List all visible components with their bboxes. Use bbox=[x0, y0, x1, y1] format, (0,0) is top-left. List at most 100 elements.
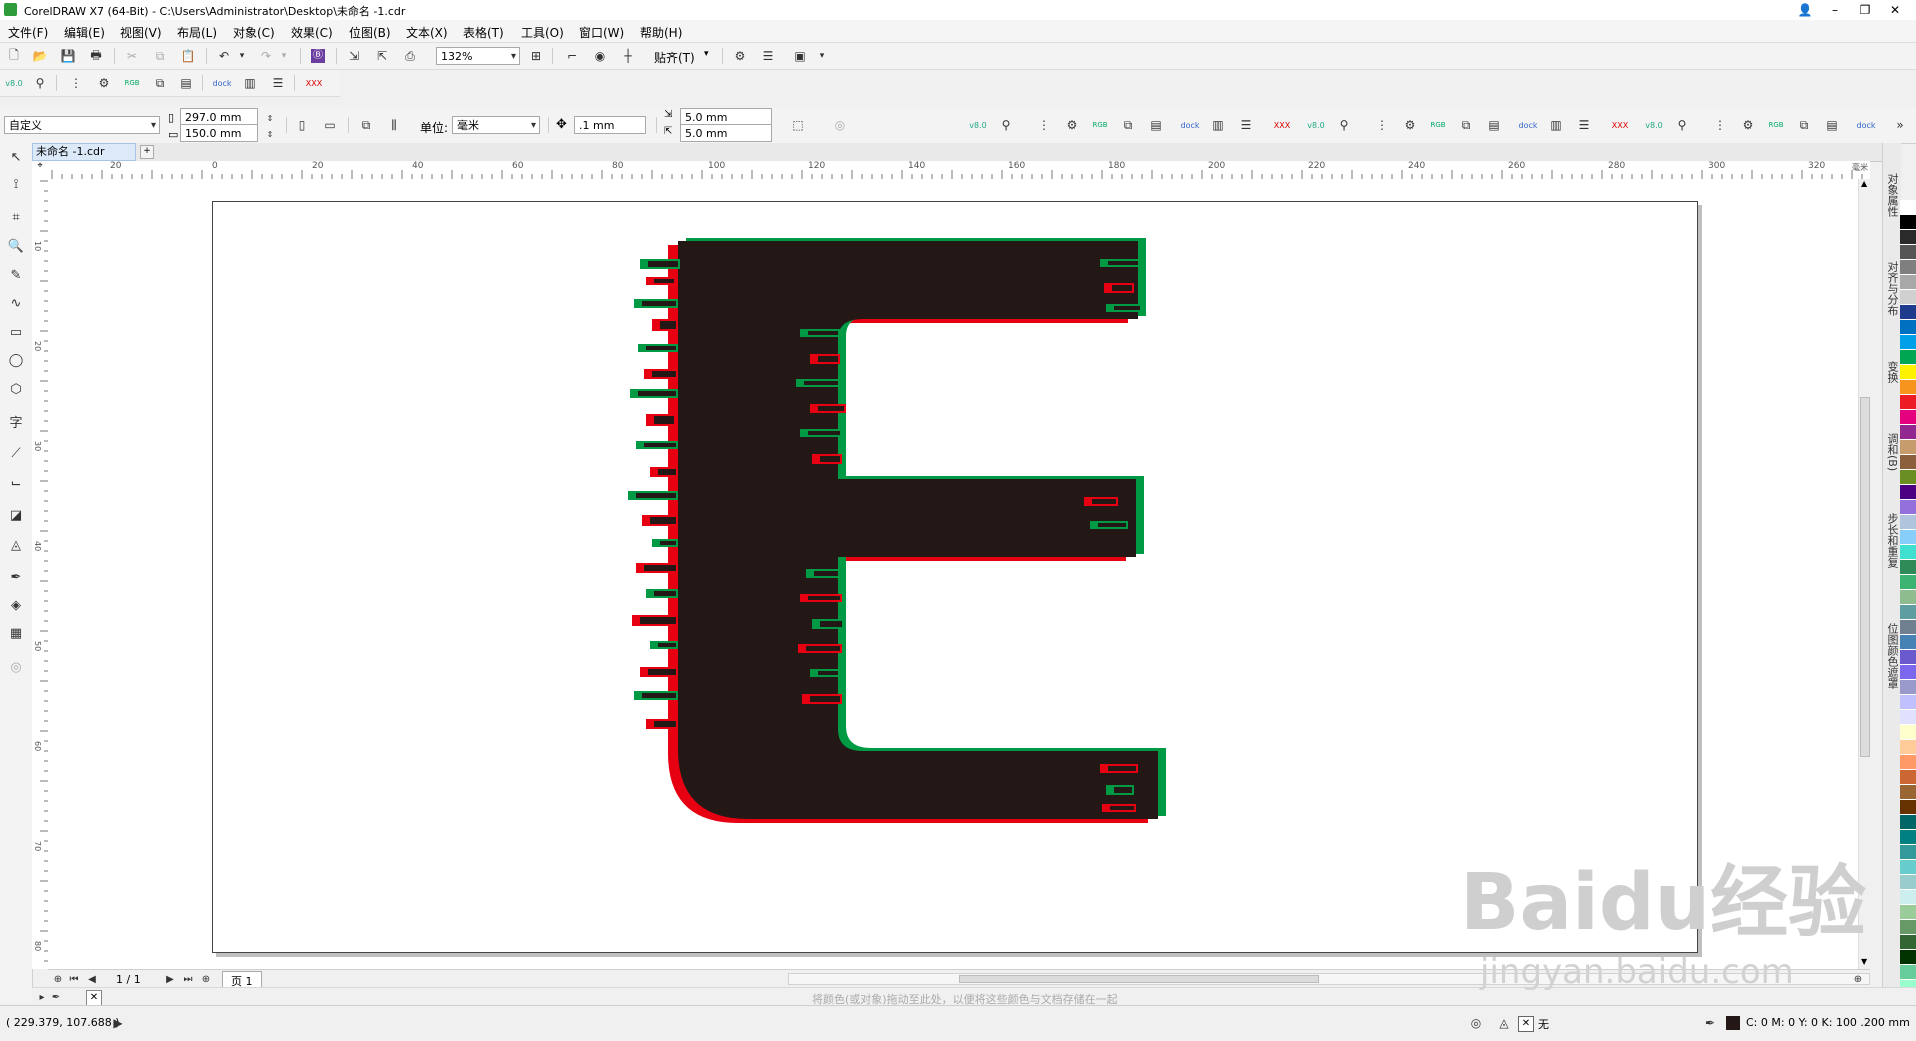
color-swatch[interactable] bbox=[1900, 830, 1916, 845]
group-tool-icon[interactable]: ⚙ bbox=[94, 74, 114, 92]
show-rulers-icon[interactable]: ⌐ bbox=[562, 47, 582, 65]
docker-tab-bitmap-color-mask[interactable]: 位图颜色遮罩 bbox=[1884, 623, 1900, 689]
landscape-icon[interactable]: ▭ bbox=[320, 116, 340, 134]
color-swatch[interactable] bbox=[1900, 425, 1916, 440]
rgb-cmyk-icon[interactable]: RGB bbox=[1090, 116, 1110, 134]
menu-effects[interactable]: 效果(C) bbox=[291, 24, 333, 41]
text-tool-icon[interactable]: 字 bbox=[6, 411, 26, 431]
interactive-fill-tool-icon[interactable]: ◈ bbox=[6, 595, 26, 615]
save-icon[interactable]: 💾 bbox=[58, 47, 78, 65]
rgb-cmyk-icon[interactable]: RGB bbox=[122, 74, 142, 92]
cut-icon[interactable]: ✂ bbox=[122, 47, 142, 65]
node-tool-icon[interactable]: ⚲ bbox=[1334, 116, 1354, 134]
artistic-media-tool-icon[interactable]: ∿ bbox=[6, 293, 26, 313]
application-launcher-icon[interactable]: ☰ bbox=[758, 47, 778, 65]
color-swatch[interactable] bbox=[1900, 320, 1916, 335]
full-screen-preview-icon[interactable]: ⊞ bbox=[526, 47, 546, 65]
fill-none-swatch[interactable]: ✕ bbox=[1518, 1016, 1534, 1032]
delete-x-icon[interactable]: XXX bbox=[1610, 116, 1630, 134]
color-swatch[interactable] bbox=[1900, 875, 1916, 890]
show-guidelines-icon[interactable]: ┼ bbox=[618, 47, 638, 65]
color-swatch[interactable] bbox=[1900, 470, 1916, 485]
transparency-tool-icon[interactable]: ◬ bbox=[6, 535, 26, 555]
color-swatch[interactable] bbox=[1900, 260, 1916, 275]
color-swatch[interactable] bbox=[1900, 395, 1916, 410]
export-icon[interactable]: ⇱ bbox=[372, 47, 392, 65]
zoom-level-combo[interactable]: 132% bbox=[436, 47, 520, 66]
color-proof-icon[interactable]: ◎ bbox=[1466, 1014, 1486, 1032]
menu-file[interactable]: 文件(F) bbox=[8, 24, 48, 41]
pick-tool-icon[interactable]: ↖ bbox=[6, 147, 26, 167]
color-swatch[interactable] bbox=[1900, 455, 1916, 470]
color-swatch[interactable] bbox=[1900, 380, 1916, 395]
color-swatch[interactable] bbox=[1900, 635, 1916, 650]
group-tool-icon[interactable]: ⚙ bbox=[1062, 116, 1082, 134]
color-swatch[interactable] bbox=[1900, 905, 1916, 920]
copy-tool-icon[interactable]: ⧉ bbox=[150, 74, 170, 92]
horizontal-ruler[interactable]: 20 0 20 40 60 80 100 120 140 160 180 200… bbox=[48, 161, 1870, 180]
treat-as-filled-icon[interactable]: ⬚ bbox=[788, 116, 808, 134]
add-page-after-icon[interactable]: ⊕ bbox=[196, 970, 216, 988]
snap-dropdown-icon[interactable]: ▾ bbox=[704, 49, 709, 59]
zoom-tool-icon[interactable]: 🔍 bbox=[6, 236, 26, 256]
rgb-cmyk-icon[interactable]: RGB bbox=[1428, 116, 1448, 134]
color-swatch[interactable] bbox=[1900, 350, 1916, 365]
dock-icon[interactable]: dock bbox=[1180, 116, 1200, 134]
color-swatch[interactable] bbox=[1900, 200, 1916, 215]
new-document-icon[interactable]: 🗋 bbox=[4, 47, 24, 65]
color-swatch[interactable] bbox=[1900, 365, 1916, 380]
connector-tool-icon[interactable]: ⌙ bbox=[6, 473, 26, 493]
duplicate-distance-y-field[interactable]: 5.0 mm bbox=[680, 124, 772, 142]
menu-tools[interactable]: 工具(O) bbox=[521, 24, 564, 41]
more-options-icon[interactable]: ◎ bbox=[830, 116, 850, 134]
rectangle-tool-icon[interactable]: ▭ bbox=[6, 322, 26, 342]
status-play-icon[interactable]: ▶ bbox=[108, 1014, 128, 1032]
menu-layout[interactable]: 布局(L) bbox=[177, 24, 217, 41]
copy-icon[interactable]: ⧉ bbox=[150, 47, 170, 65]
previous-page-icon[interactable]: ◀ bbox=[82, 970, 102, 988]
menu-table[interactable]: 表格(T) bbox=[463, 24, 504, 41]
version-icon[interactable]: v8.0 bbox=[1644, 116, 1664, 134]
color-swatch[interactable] bbox=[1900, 605, 1916, 620]
color-swatch[interactable] bbox=[1900, 335, 1916, 350]
color-swatch[interactable] bbox=[1900, 440, 1916, 455]
docker-tab-transform[interactable]: 变换 bbox=[1884, 361, 1900, 383]
color-swatch[interactable] bbox=[1900, 560, 1916, 575]
options-icon[interactable]: ⚙ bbox=[730, 47, 750, 65]
color-swatch[interactable] bbox=[1900, 305, 1916, 320]
parallel-dimension-tool-icon[interactable]: ⟋ bbox=[6, 443, 26, 463]
close-button[interactable]: ✕ bbox=[1880, 0, 1910, 20]
undo-dropdown-icon[interactable]: ▾ bbox=[232, 47, 252, 65]
color-swatch[interactable] bbox=[1900, 275, 1916, 290]
eyedropper-tool-icon[interactable]: ✒ bbox=[6, 567, 26, 587]
snap-to-dropdown[interactable]: 贴齐(T) bbox=[654, 49, 695, 66]
paste-tool-icon[interactable]: ▤ bbox=[1484, 116, 1504, 134]
version-icon[interactable]: v8.0 bbox=[968, 116, 988, 134]
color-swatch[interactable] bbox=[1900, 620, 1916, 635]
menu-view[interactable]: 视图(V) bbox=[120, 24, 162, 41]
all-pages-icon[interactable]: ⧉ bbox=[356, 116, 376, 134]
barcode-icon[interactable]: ▥ bbox=[1208, 116, 1228, 134]
zoom-navigator-icon[interactable]: ⊕ bbox=[1848, 970, 1868, 988]
color-swatch[interactable] bbox=[1900, 800, 1916, 815]
color-swatch[interactable] bbox=[1900, 290, 1916, 305]
align-tool-icon[interactable]: ⋮ bbox=[1372, 116, 1392, 134]
color-swatch[interactable] bbox=[1900, 215, 1916, 230]
import-icon[interactable]: ⇲ bbox=[344, 47, 364, 65]
drop-shadow-tool-icon[interactable]: ◪ bbox=[6, 505, 26, 525]
vertical-scroll-thumb[interactable] bbox=[1860, 397, 1870, 757]
undo-icon[interactable]: ↶ bbox=[214, 47, 234, 65]
node-tool-icon[interactable]: ⚲ bbox=[30, 74, 50, 92]
delete-x-icon[interactable]: XXX bbox=[1272, 116, 1292, 134]
scroll-down-icon[interactable]: ▼ bbox=[1861, 957, 1867, 966]
ellipse-tool-icon[interactable]: ◯ bbox=[6, 350, 26, 370]
color-swatch[interactable] bbox=[1900, 950, 1916, 965]
fill-bucket-icon[interactable]: ◬ bbox=[1494, 1014, 1514, 1032]
current-page-icon[interactable]: ⫼ bbox=[384, 116, 404, 134]
outline-color-swatch[interactable] bbox=[1726, 1016, 1740, 1030]
color-swatch[interactable] bbox=[1900, 740, 1916, 755]
color-swatch[interactable] bbox=[1900, 770, 1916, 785]
menu-object[interactable]: 对象(C) bbox=[233, 24, 275, 41]
shape-tool-icon[interactable]: ⟟ bbox=[6, 174, 26, 194]
layers-icon[interactable]: ☰ bbox=[1574, 116, 1594, 134]
